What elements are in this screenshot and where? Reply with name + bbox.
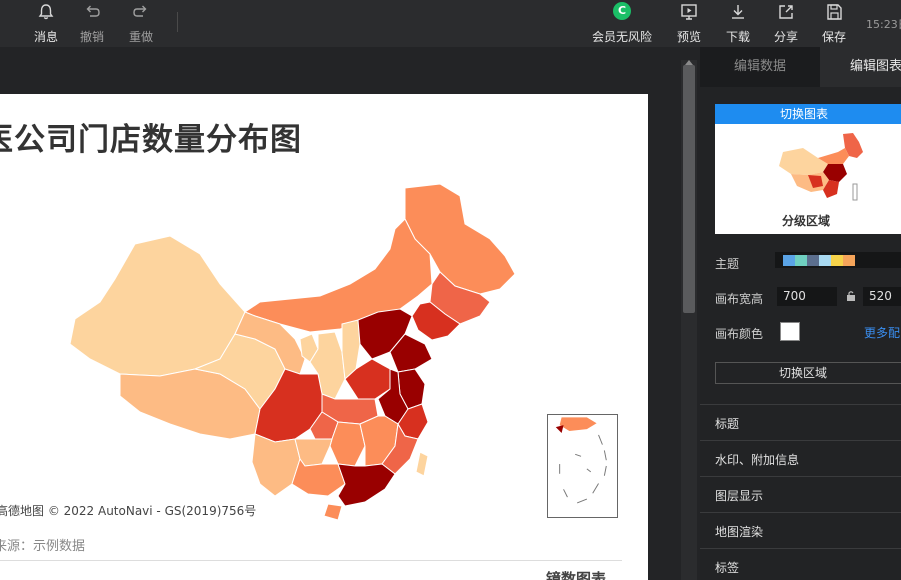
- theme-color-swatch: [807, 255, 819, 266]
- share-label: 分享: [773, 30, 798, 44]
- bell-icon: [38, 4, 54, 20]
- canvas-width-input[interactable]: 700: [777, 287, 837, 306]
- scrollbar-thumb[interactable]: [683, 65, 695, 313]
- vertical-scrollbar[interactable]: [681, 60, 697, 580]
- redo-icon: [133, 5, 147, 17]
- share-button[interactable]: 分享: [766, 2, 806, 45]
- vip-button[interactable]: C 会员无风险: [592, 2, 652, 45]
- footer-divider: [0, 560, 622, 561]
- vip-label: 会员无风险: [592, 30, 653, 44]
- region-guangxi: [291, 457, 346, 497]
- region-hunan: [329, 421, 366, 467]
- undo-button[interactable]: 撤销: [72, 2, 112, 45]
- switch-chart-card[interactable]: 切换图表 分级区域: [715, 104, 901, 234]
- download-label: 下载: [725, 30, 750, 44]
- save-icon: [827, 4, 842, 20]
- tab-edit-chart[interactable]: 编辑图表: [820, 47, 901, 87]
- download-icon: [732, 5, 744, 19]
- section-layers-label: 图层显示: [715, 489, 764, 503]
- south-china-sea-inset: [547, 414, 618, 518]
- download-button[interactable]: 下载: [718, 2, 758, 45]
- lock-icon[interactable]: [846, 290, 856, 302]
- data-source[interactable]: 来源：示例数据: [0, 535, 85, 554]
- toolbar-divider: [177, 12, 178, 32]
- app-window: 消息 撤销 重做 C 会员无风险 预览 下载 分享 保存 15:23 医公司门店…: [0, 0, 901, 580]
- section-watermark-label: 水印、附加信息: [715, 453, 800, 467]
- region-yunnan: [251, 433, 301, 497]
- canvas-color-label: 画布颜色: [715, 327, 764, 341]
- save-label: 保存: [821, 30, 846, 44]
- chart-thumbnail-icon: [779, 133, 863, 201]
- more-config-link[interactable]: 更多配: [864, 324, 900, 341]
- region-xinjiang: [69, 235, 246, 377]
- switch-chart-header[interactable]: 切换图表: [715, 104, 901, 124]
- region-guangdong: [337, 463, 396, 507]
- vip-badge-icon: C: [613, 2, 631, 20]
- theme-color-swatch: [819, 255, 831, 266]
- theme-color-swatch: [783, 255, 795, 266]
- messages-label: 消息: [33, 30, 58, 44]
- save-button[interactable]: 保存: [814, 2, 854, 45]
- canvas-color-picker[interactable]: [780, 322, 800, 341]
- tab-edit-data[interactable]: 编辑数据: [700, 47, 820, 87]
- region-taiwan: [415, 451, 429, 477]
- section-labels-label: 标签: [715, 561, 740, 575]
- theme-color-swatch: [831, 255, 843, 266]
- theme-color-swatch: [795, 255, 807, 266]
- section-map-render[interactable]: 地图渲染: [700, 512, 901, 548]
- switch-region-button[interactable]: 切换区域: [715, 362, 901, 384]
- section-title[interactable]: 标题: [700, 404, 901, 440]
- redo-button[interactable]: 重做: [121, 2, 161, 45]
- section-labels[interactable]: 标签: [700, 548, 901, 580]
- section-title-label: 标题: [715, 417, 740, 431]
- preview-button[interactable]: 预览: [669, 2, 709, 45]
- chart-title[interactable]: 医公司门店数量分布图: [0, 114, 302, 159]
- section-watermark[interactable]: 水印、附加信息: [700, 440, 901, 476]
- clock-text: 15:23日: [866, 18, 901, 31]
- messages-button[interactable]: 消息: [26, 2, 66, 45]
- undo-icon: [86, 5, 100, 17]
- preview-label: 预览: [676, 30, 701, 44]
- chart-type-name: 分级区域: [781, 214, 830, 228]
- china-choropleth-map[interactable]: [60, 184, 530, 524]
- theme-selector[interactable]: [775, 252, 901, 268]
- theme-label: 主题: [715, 257, 740, 271]
- panel-tabs: 编辑数据 编辑图表: [700, 47, 901, 87]
- share-icon: [779, 5, 793, 19]
- settings-panel: 编辑数据 编辑图表 切换图表 分级区域 主题 画布宽高 700 520 画布颜色…: [700, 47, 901, 580]
- canvas-height-input[interactable]: 520: [863, 287, 901, 306]
- region-hainan: [323, 503, 343, 521]
- preview-icon: [681, 4, 697, 20]
- redo-label: 重做: [128, 30, 153, 44]
- map-copyright: 高德地图 © 2022 AutoNavi - GS(2019)756号: [0, 504, 257, 518]
- section-layers[interactable]: 图层显示: [700, 476, 901, 512]
- brand-watermark: 镜数图表: [546, 570, 607, 580]
- canvas-size-label: 画布宽高: [715, 292, 764, 306]
- top-toolbar: 消息 撤销 重做 C 会员无风险 预览 下载 分享 保存 15:23: [0, 0, 901, 47]
- theme-color-swatch: [843, 255, 855, 266]
- chart-canvas[interactable]: 医公司门店数量分布图 高德地图 © 2022 AutoNavi - GS(201…: [0, 94, 648, 580]
- section-map-render-label: 地图渲染: [715, 525, 764, 539]
- undo-label: 撤销: [79, 30, 104, 44]
